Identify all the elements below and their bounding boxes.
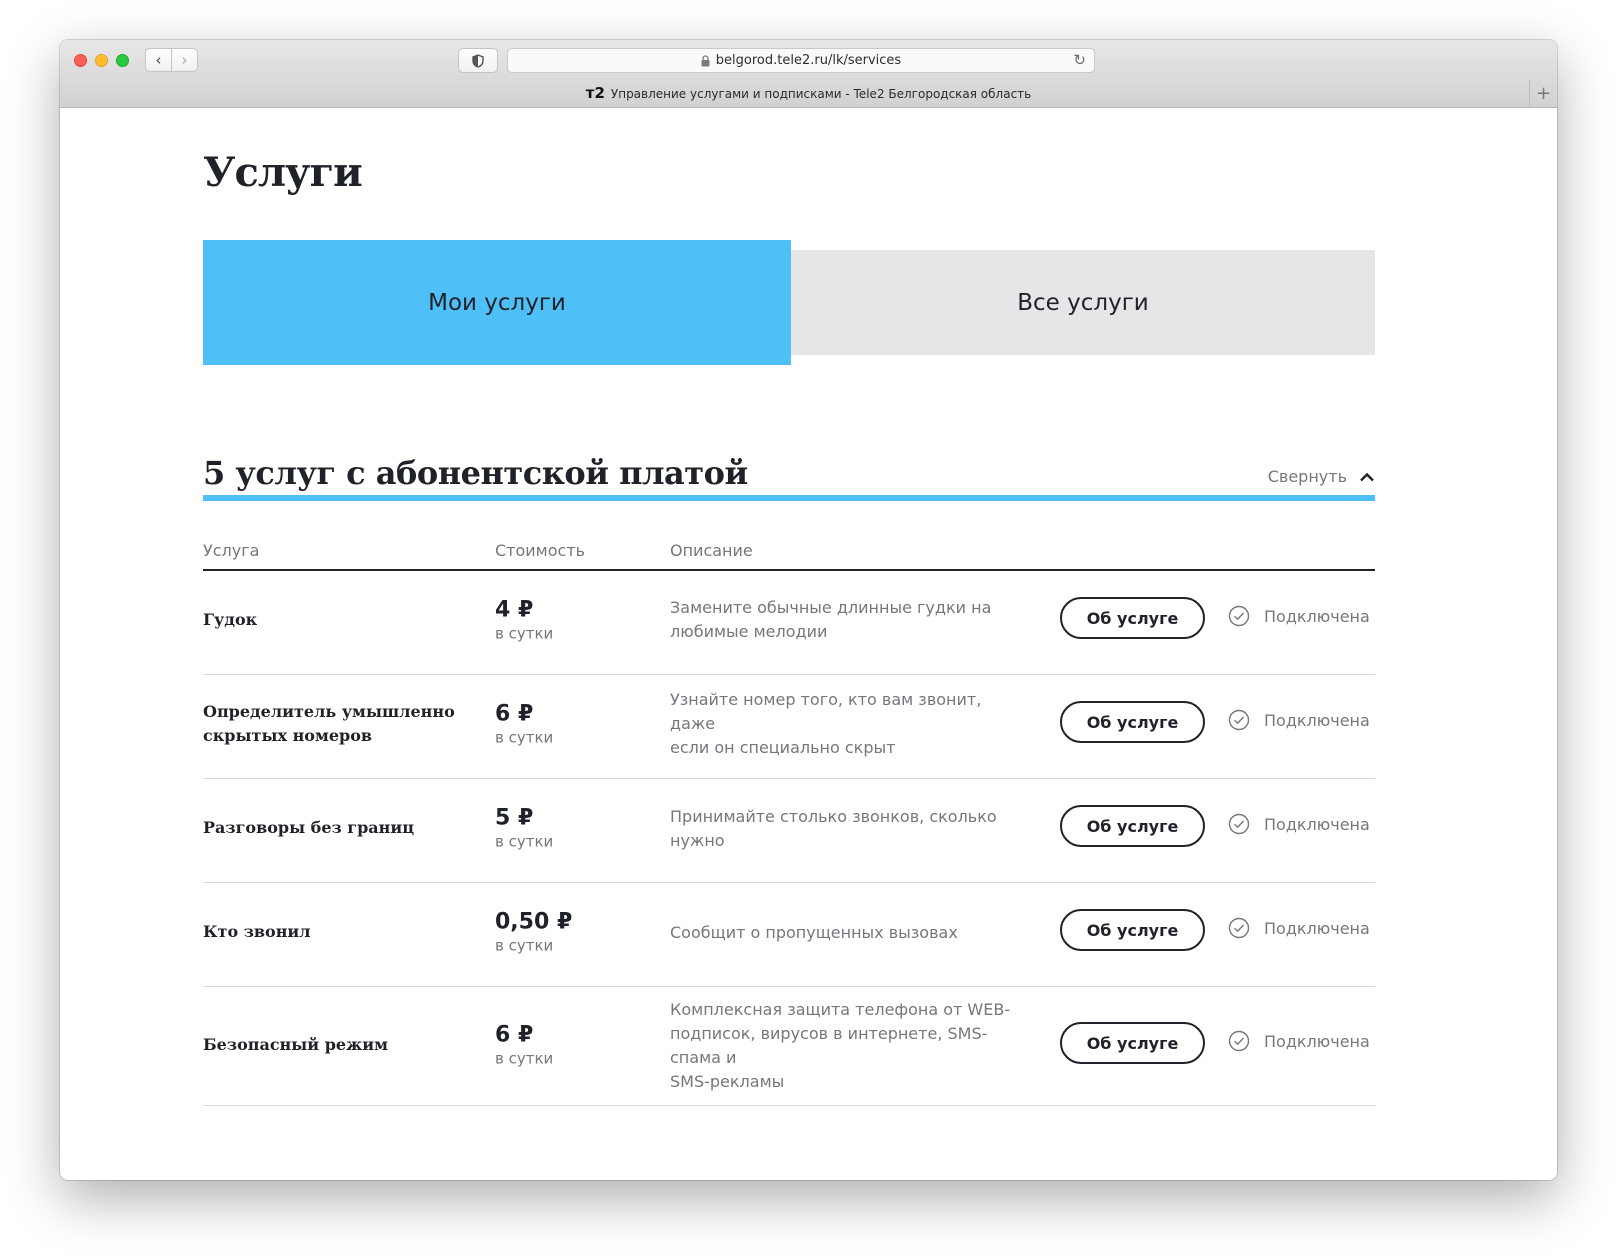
shield-icon: [472, 53, 484, 68]
price-value: 6 ₽: [495, 1022, 534, 1048]
section-underline: [203, 495, 1375, 501]
status-badge: Подключена: [1228, 917, 1370, 939]
description-line: если он специально скрыт: [670, 738, 896, 757]
service-description: Замените обычные длинные гудки на любимы…: [670, 596, 1020, 644]
chevron-right-icon: ›: [181, 50, 188, 69]
status-text: Подключена: [1264, 1031, 1370, 1051]
status-badge: Подключена: [1228, 605, 1370, 627]
forward-button[interactable]: ›: [171, 48, 198, 72]
description-line: Комплексная защита телефона от WEB-: [670, 1000, 1011, 1019]
lock-icon: [701, 54, 710, 67]
service-name: Кто звонил: [203, 920, 311, 944]
service-name-line: Гудок: [203, 610, 258, 629]
description-line: Сообщит о пропущенных вызовах: [670, 923, 958, 942]
check-circle-icon: [1228, 1030, 1250, 1052]
price-period: в сутки: [495, 936, 554, 955]
service-description: Узнайте номер того, кто вам звонит, даже…: [670, 688, 1020, 760]
tab-my-services-label: Мои услуги: [428, 289, 566, 316]
chevron-left-icon: ‹: [155, 50, 162, 69]
new-tab-button[interactable]: +: [1529, 80, 1557, 107]
page-title: Услуги: [203, 149, 363, 196]
description-line: Принимайте столько звонков, сколько нужн…: [670, 807, 997, 850]
browser-window: ‹ › belgorod.tele2.ru/lk/services ↻ т2 Уп…: [60, 40, 1557, 1180]
service-price: 0,50 ₽ в сутки: [495, 909, 572, 956]
about-service-button[interactable]: Об услуге: [1060, 909, 1205, 951]
price-value: 4 ₽: [495, 597, 534, 623]
status-text: Подключена: [1264, 918, 1370, 938]
description-line: Узнайте номер того, кто вам звонит, даже: [670, 690, 982, 733]
service-name-line: Определитель умышленно: [203, 702, 455, 721]
service-description: Принимайте столько звонков, сколько нужн…: [670, 805, 1020, 853]
price-period: в сутки: [495, 624, 554, 643]
service-price: 4 ₽ в сутки: [495, 597, 553, 644]
check-circle-icon: [1228, 813, 1250, 835]
service-name-line: Кто звонил: [203, 922, 311, 941]
check-circle-icon: [1228, 917, 1250, 939]
service-name: Разговоры без границ: [203, 816, 414, 840]
about-service-button[interactable]: Об услуге: [1060, 597, 1205, 639]
tab-title-text: Управление услугами и подписками - Tele2…: [610, 87, 1032, 101]
service-name-line: Безопасный режим: [203, 1035, 389, 1054]
service-price: 6 ₽ в сутки: [495, 701, 553, 748]
status-text: Подключена: [1264, 814, 1370, 834]
column-header-service: Услуга: [203, 541, 260, 560]
section-title: 5 услуг с абонентской платой: [203, 454, 748, 492]
chevron-up-icon: [1360, 472, 1374, 481]
about-service-button[interactable]: Об услуге: [1060, 701, 1205, 743]
close-window-button[interactable]: [74, 54, 87, 67]
table-row: Определитель умышленно скрытых номеров 6…: [203, 675, 1375, 779]
service-name-line: Разговоры без границ: [203, 818, 415, 837]
check-circle-icon: [1228, 605, 1250, 627]
table-row: Кто звонил 0,50 ₽ в сутки Сообщит о проп…: [203, 883, 1375, 987]
tab-title[interactable]: т2 Управление услугами и подписками - Tel…: [60, 84, 1557, 102]
price-value: 6 ₽: [495, 701, 534, 727]
column-header-price: Стоимость: [495, 541, 586, 560]
service-name: Гудок: [203, 608, 257, 632]
tab-all-services[interactable]: Все услуги: [791, 250, 1375, 355]
status-badge: Подключена: [1228, 1030, 1370, 1052]
url-text: belgorod.tele2.ru/lk/services: [715, 53, 902, 68]
service-description: Сообщит о пропущенных вызовах: [670, 921, 1020, 945]
service-name-line: скрытых номеров: [203, 726, 373, 745]
service-name: Определитель умышленно скрытых номеров: [203, 700, 455, 748]
service-name: Безопасный режим: [203, 1033, 388, 1057]
service-price: 6 ₽ в сутки: [495, 1022, 553, 1069]
status-badge: Подключена: [1228, 813, 1370, 835]
status-badge: Подключена: [1228, 709, 1370, 731]
price-period: в сутки: [495, 832, 554, 851]
status-text: Подключена: [1264, 606, 1370, 626]
zoom-window-button[interactable]: [116, 54, 129, 67]
description-line: подписок, вирусов в интернете, SMS-спама…: [670, 1024, 988, 1067]
price-period: в сутки: [495, 728, 554, 747]
description-line: любимые мелодии: [670, 622, 828, 641]
back-button[interactable]: ‹: [145, 48, 172, 72]
collapse-button[interactable]: Свернуть: [1268, 467, 1375, 486]
privacy-report-button[interactable]: [458, 48, 498, 73]
about-service-button[interactable]: Об услуге: [1060, 805, 1205, 847]
tab-all-services-label: Все услуги: [1017, 289, 1149, 316]
table-row: Разговоры без границ 5 ₽ в сутки Принима…: [203, 779, 1375, 883]
description-line: Замените обычные длинные гудки на: [670, 598, 992, 617]
collapse-label: Свернуть: [1267, 467, 1347, 486]
table-row: Гудок 4 ₽ в сутки Замените обычные длинн…: [203, 571, 1375, 675]
service-description: Комплексная защита телефона от WEB- подп…: [670, 998, 1020, 1094]
price-period: в сутки: [495, 1049, 554, 1068]
minimize-window-button[interactable]: [95, 54, 108, 67]
price-value: 0,50 ₽: [495, 909, 573, 935]
browser-titlebar: ‹ › belgorod.tele2.ru/lk/services ↻ т2 Уп…: [60, 40, 1557, 108]
address-bar[interactable]: belgorod.tele2.ru/lk/services ↻: [507, 48, 1095, 73]
check-circle-icon: [1228, 709, 1250, 731]
service-price: 5 ₽ в сутки: [495, 805, 553, 852]
tab-my-services[interactable]: Мои услуги: [203, 240, 791, 365]
status-text: Подключена: [1264, 710, 1370, 730]
description-line: SMS-рекламы: [670, 1072, 785, 1091]
column-header-description: Описание: [670, 541, 753, 560]
about-service-button[interactable]: Об услуге: [1060, 1022, 1205, 1064]
tele2-favicon: т2: [585, 84, 605, 102]
table-row: Безопасный режим 6 ₽ в сутки Комплексная…: [203, 987, 1375, 1106]
reload-icon[interactable]: ↻: [1073, 53, 1086, 68]
price-value: 5 ₽: [495, 805, 534, 831]
